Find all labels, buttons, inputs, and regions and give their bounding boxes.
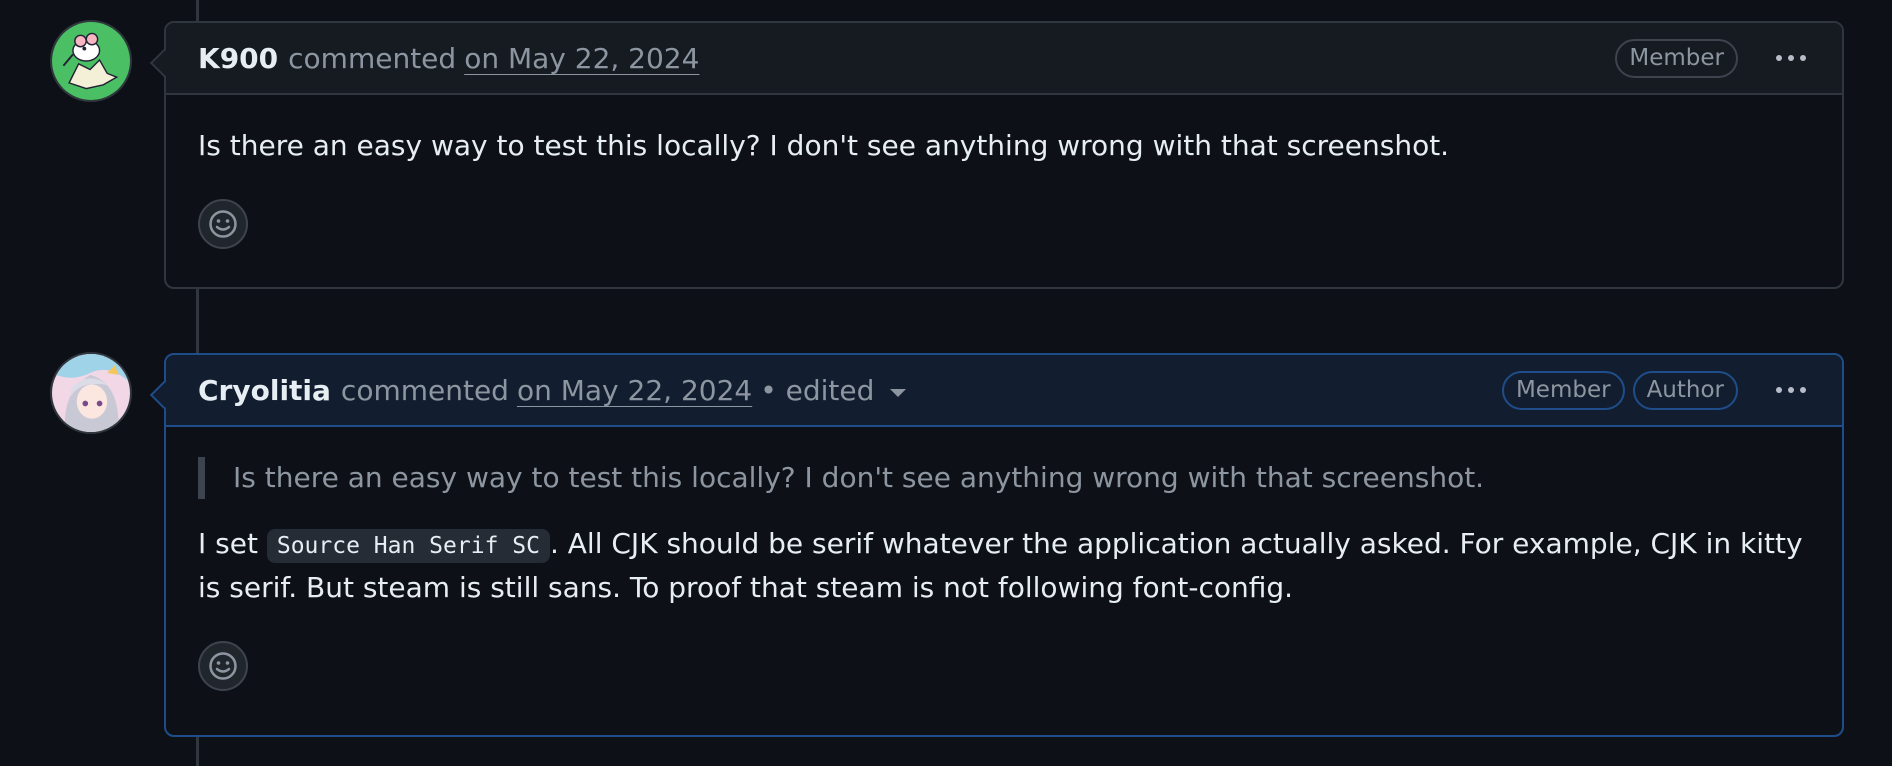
author-badge: Author — [1632, 370, 1738, 410]
quoted-reply: Is there an easy way to test this locall… — [198, 457, 1810, 499]
comment-date-link[interactable]: on May 22, 2024 — [517, 374, 752, 407]
comment-text: I set Source Han Serif SC. All CJK shoul… — [198, 523, 1810, 609]
inline-code: Source Han Serif SC — [266, 529, 550, 563]
comment-action-text: commented — [288, 41, 457, 75]
smiley-icon — [209, 652, 237, 680]
comment-date-link[interactable]: on May 22, 2024 — [464, 42, 699, 75]
kebab-horizontal-icon[interactable] — [1772, 47, 1810, 69]
avatar-cryolitia[interactable] — [50, 352, 132, 434]
comment-header-actions: Member — [1615, 38, 1810, 78]
edited-dropdown[interactable]: • edited — [760, 373, 907, 407]
comment-header: K900 commented on May 22, 2024 Member — [166, 23, 1842, 95]
comment-author-link[interactable]: Cryolitia — [198, 374, 331, 407]
comment-cryolitia: Cryolitia commented on May 22, 2024 • ed… — [164, 353, 1844, 737]
edited-label: • edited — [760, 373, 875, 407]
comment-text-start: I set — [198, 527, 267, 560]
comment-header-actions: Member Author — [1501, 370, 1810, 410]
comment-text: Is there an easy way to test this locall… — [198, 129, 1450, 162]
comment-author-link[interactable]: K900 — [198, 42, 278, 75]
k900-avatar-image — [52, 22, 130, 100]
cryolitia-avatar-image — [52, 354, 130, 432]
smiley-icon — [209, 210, 237, 238]
member-badge: Member — [1501, 370, 1625, 410]
add-reaction-button[interactable] — [198, 641, 248, 691]
kebab-horizontal-icon[interactable] — [1772, 379, 1810, 401]
comment-k900: K900 commented on May 22, 2024 Member Is… — [164, 21, 1844, 289]
triangle-down-icon — [890, 389, 907, 397]
comment-body: Is there an easy way to test this locall… — [166, 427, 1842, 691]
comment-body: Is there an easy way to test this locall… — [166, 95, 1842, 249]
add-reaction-button[interactable] — [198, 199, 248, 249]
comment-header: Cryolitia commented on May 22, 2024 • ed… — [166, 355, 1842, 427]
comment-action-text: commented — [340, 373, 509, 407]
avatar-k900[interactable] — [50, 20, 132, 102]
member-badge: Member — [1615, 38, 1738, 78]
